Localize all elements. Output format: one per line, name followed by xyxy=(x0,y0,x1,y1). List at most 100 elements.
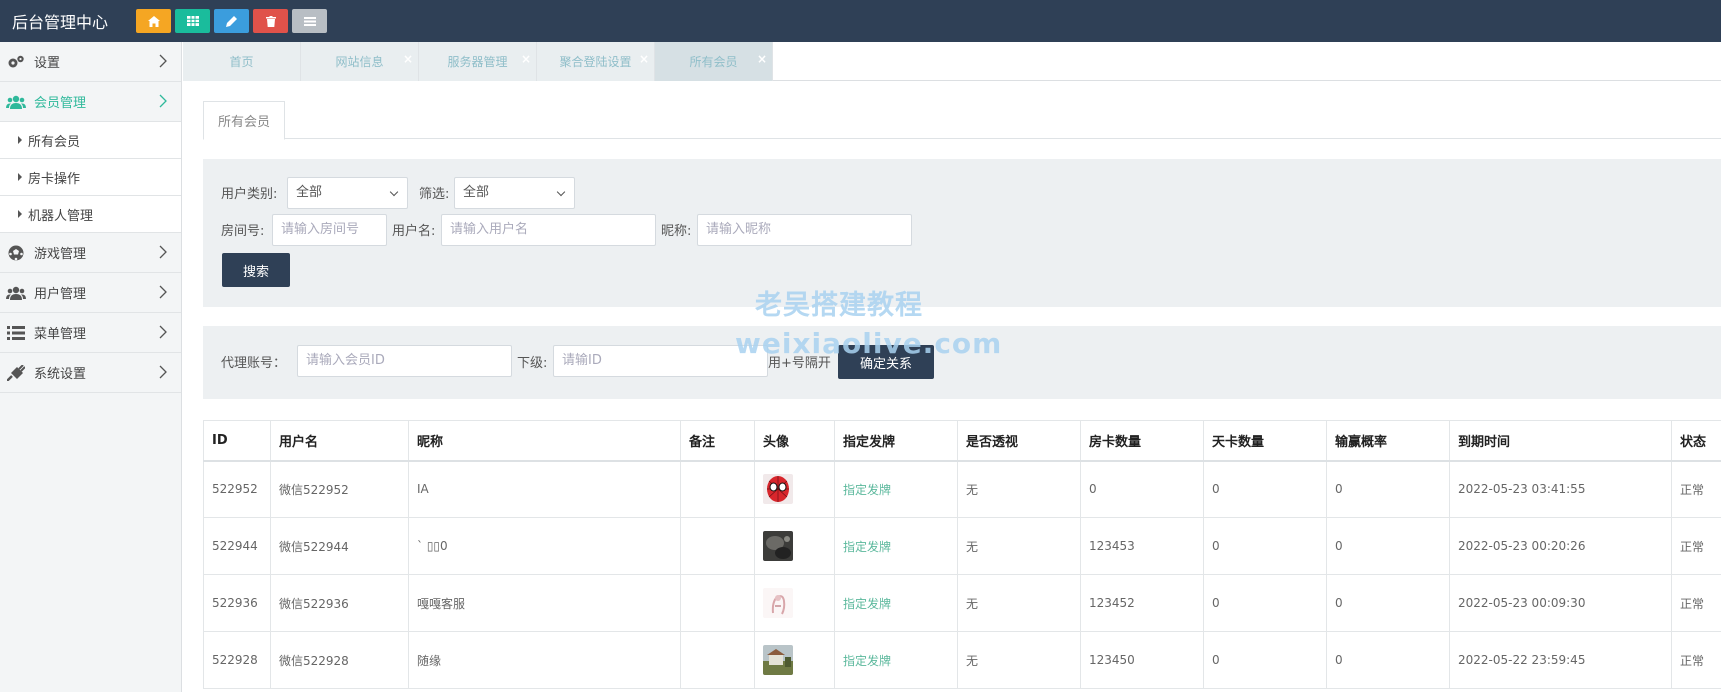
content-tab-bar: 所有会员 xyxy=(203,101,1721,140)
sidebar-subitem-room-cards[interactable]: 房卡操作 xyxy=(0,159,181,196)
sidebar-item-system[interactable]: 系统设置 xyxy=(0,353,181,393)
sidebar-item-label: 系统设置 xyxy=(34,367,87,382)
tab-all-members[interactable]: 所有会员 × xyxy=(655,42,773,81)
cell-avatar xyxy=(754,574,835,632)
sidebar-item-label: 菜单管理 xyxy=(34,327,87,342)
list-button[interactable] xyxy=(292,9,327,33)
users-icon xyxy=(6,94,26,110)
close-icon[interactable]: × xyxy=(639,52,649,66)
agent-input[interactable]: 请输入会员ID xyxy=(297,345,512,377)
cell-note xyxy=(680,460,755,518)
cell-xray: 无 xyxy=(957,631,1081,689)
sidebar-subitem-robots[interactable]: 机器人管理 xyxy=(0,196,181,233)
cell-username: 微信522928 xyxy=(270,631,409,689)
column-header[interactable]: 指定发牌 xyxy=(834,420,958,462)
grid-icon xyxy=(186,16,199,26)
cell-status: 正常 xyxy=(1671,631,1721,689)
cell-room-cards: 123450 xyxy=(1080,631,1204,689)
sidebar-item-members[interactable]: 会员管理 xyxy=(0,82,181,122)
cell-nickname: 随缘 xyxy=(408,631,681,689)
cell-deal: 指定发牌 xyxy=(834,517,958,575)
close-icon[interactable]: × xyxy=(403,52,413,66)
column-header[interactable]: 昵称 xyxy=(408,420,681,462)
chevron-right-icon xyxy=(159,325,167,339)
cell-xray: 无 xyxy=(957,517,1081,575)
search-button[interactable]: 搜索 xyxy=(222,253,290,287)
username-label: 用户名: xyxy=(392,224,436,239)
tab-server-management[interactable]: 服务器管理 × xyxy=(419,42,537,81)
user-type-select[interactable]: 全部 xyxy=(287,177,408,209)
assign-deal-link[interactable]: 指定发牌 xyxy=(843,483,891,497)
sidebar-item-label: 用户管理 xyxy=(34,287,87,302)
user-type-label: 用户类别: xyxy=(221,187,278,202)
cell-username: 微信522952 xyxy=(270,460,409,518)
sidebar-item-games[interactable]: 游戏管理 xyxy=(0,233,181,273)
sidebar: 设置 会员管理 所有会员 房卡操作 机器人管理 游戏管理 用户管理 菜单管理 系… xyxy=(0,42,182,692)
sidebar-subitem-label: 所有会员 xyxy=(28,134,81,150)
close-icon[interactable]: × xyxy=(757,52,767,66)
delete-button[interactable] xyxy=(253,9,288,33)
trash-icon xyxy=(265,15,276,27)
light-drawing-avatar xyxy=(763,588,793,618)
caret-right-icon xyxy=(18,210,22,218)
nickname-label: 昵称: xyxy=(661,224,692,239)
cell-day-cards: 0 xyxy=(1203,631,1327,689)
column-header[interactable]: ID xyxy=(203,420,271,462)
room-input[interactable]: 请输入房间号 xyxy=(272,214,387,246)
close-icon[interactable]: × xyxy=(521,52,531,66)
cell-status: 正常 xyxy=(1671,460,1721,518)
edit-button[interactable] xyxy=(214,9,249,33)
table-row[interactable]: 522928 微信522928 随缘 指定发牌 无 123450 0 0 202… xyxy=(203,631,1721,689)
column-header[interactable]: 到期时间 xyxy=(1449,420,1672,462)
cell-win-rate: 0 xyxy=(1326,517,1450,575)
tab-label: 服务器管理 xyxy=(447,55,508,69)
cell-id: 522936 xyxy=(203,574,271,632)
grid-button[interactable] xyxy=(175,9,210,33)
assign-deal-link[interactable]: 指定发牌 xyxy=(843,654,891,668)
assign-deal-link[interactable]: 指定发牌 xyxy=(843,597,891,611)
chevron-right-icon xyxy=(159,245,167,259)
assign-deal-link[interactable]: 指定发牌 xyxy=(843,540,891,554)
table-row[interactable]: 522952 微信522952 IA 指定发牌 无 0 0 0 2022-05-… xyxy=(203,460,1721,518)
cell-day-cards: 0 xyxy=(1203,460,1327,518)
watermark-text: 老吴搭建教程 xyxy=(755,290,923,321)
cell-expire: 2022-05-23 00:09:30 xyxy=(1449,574,1672,632)
screen-select[interactable]: 全部 xyxy=(454,177,575,209)
tab-site-info[interactable]: 网站信息 × xyxy=(301,42,419,81)
home-button[interactable] xyxy=(136,9,171,33)
cell-deal: 指定发牌 xyxy=(834,631,958,689)
sidebar-item-menus[interactable]: 菜单管理 xyxy=(0,313,181,353)
cell-room-cards: 123453 xyxy=(1080,517,1204,575)
tab-login-settings[interactable]: 聚合登陆设置 × xyxy=(537,42,655,81)
cell-note xyxy=(680,574,755,632)
column-header[interactable]: 是否透视 xyxy=(957,420,1081,462)
chevron-right-icon xyxy=(159,54,167,68)
sidebar-item-users[interactable]: 用户管理 xyxy=(0,273,181,313)
chevron-right-icon xyxy=(159,285,167,299)
table-row[interactable]: 522944 微信522944 ` ▯▯0 指定发牌 无 123453 0 0 … xyxy=(203,517,1721,575)
app-title: 后台管理中心 xyxy=(12,13,109,32)
column-header[interactable]: 输赢概率 xyxy=(1326,420,1450,462)
column-header[interactable]: 备注 xyxy=(680,420,755,462)
cell-id: 522944 xyxy=(203,517,271,575)
list-icon xyxy=(6,325,26,341)
column-header[interactable]: 用户名 xyxy=(270,420,409,462)
content-tab-all-members[interactable]: 所有会员 xyxy=(203,101,285,140)
column-header[interactable]: 状态 xyxy=(1671,420,1721,462)
cell-avatar xyxy=(754,460,835,518)
sidebar-item-label: 游戏管理 xyxy=(34,247,87,262)
watermark-url: weixiaolive.com xyxy=(735,327,1003,360)
tab-home[interactable]: 首页 xyxy=(183,42,301,81)
column-header[interactable]: 天卡数量 xyxy=(1203,420,1327,462)
chevron-right-icon xyxy=(159,365,167,379)
sidebar-subitem-all-members[interactable]: 所有会员 xyxy=(0,122,181,159)
username-input[interactable]: 请输入用户名 xyxy=(441,214,656,246)
column-header[interactable]: 头像 xyxy=(754,420,835,462)
sidebar-item-settings[interactable]: 设置 xyxy=(0,42,181,82)
nickname-input[interactable]: 请输入昵称 xyxy=(697,214,912,246)
column-header[interactable]: 房卡数量 xyxy=(1080,420,1204,462)
cell-xray: 无 xyxy=(957,574,1081,632)
top-bar: 后台管理中心 xyxy=(0,0,1721,42)
cell-note xyxy=(680,517,755,575)
table-row[interactable]: 522936 微信522936 嘎嘎客服 指定发牌 无 123452 0 0 2… xyxy=(203,574,1721,632)
